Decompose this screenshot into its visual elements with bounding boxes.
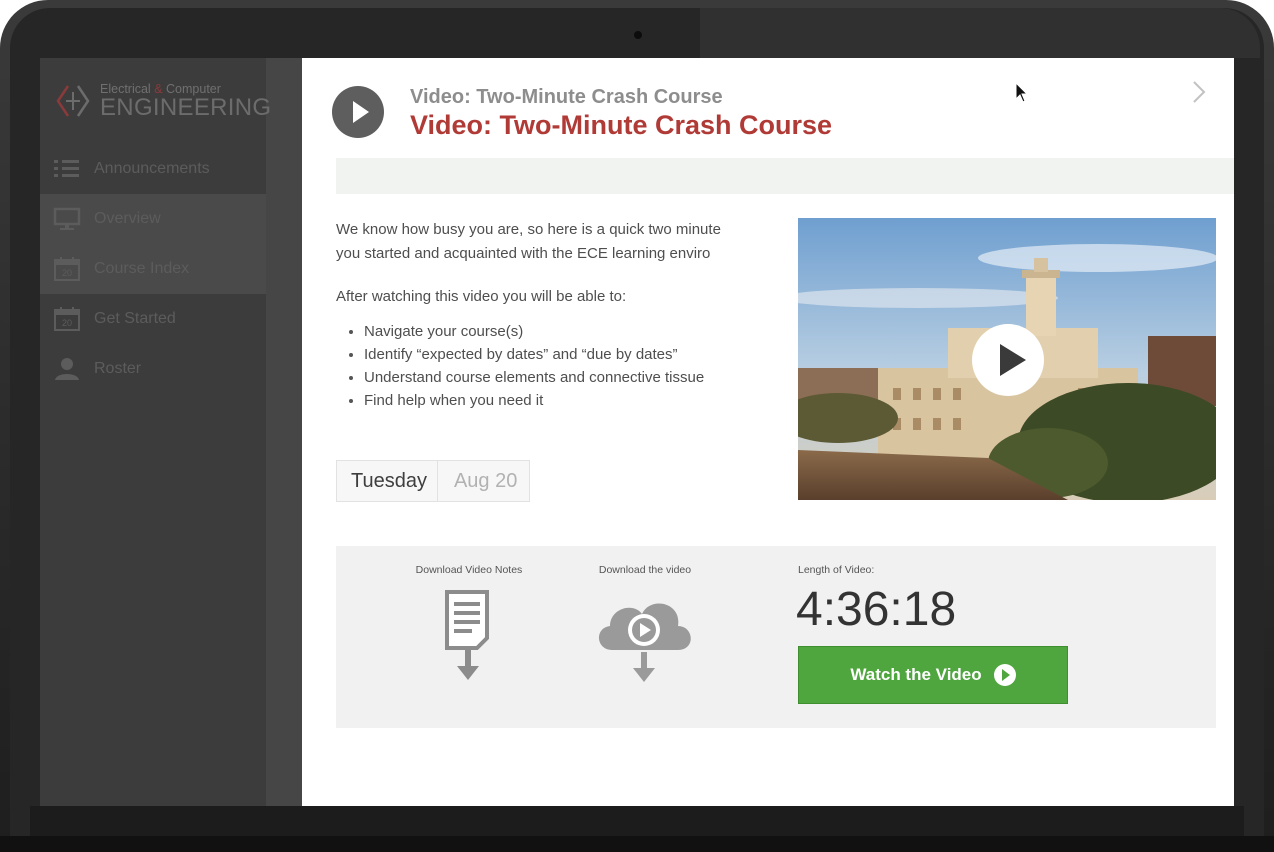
sidebar-item-label: Announcements [94, 160, 210, 177]
list-item: Find help when you need it [346, 389, 776, 412]
list-item: Understand course elements and connectiv… [346, 366, 776, 389]
list-item: Identify “expected by dates” and “due by… [346, 343, 776, 366]
ece-logo[interactable]: Electrical & Computer ENGINEERING [54, 80, 274, 124]
sidebar-item-course-index[interactable]: 20 Course Index [40, 244, 266, 294]
video-length-value: 4:36:18 [796, 583, 957, 636]
svg-text:20: 20 [62, 318, 72, 328]
intro-line: you started and acquainted with the ECE … [336, 245, 711, 262]
sidebar-item-get-started[interactable]: 20 Get Started [40, 294, 266, 344]
calendar-icon: 20 [52, 256, 82, 282]
webcam [634, 31, 642, 39]
logo-title: ENGINEERING [100, 94, 272, 121]
video-length-label: Length of Video: [798, 564, 875, 576]
breadcrumb: Video: Two-Minute Crash Course [410, 86, 723, 108]
objectives-list: Navigate your course(s) Identify “expect… [346, 320, 776, 412]
page-title: Video: Two-Minute Crash Course [410, 110, 833, 140]
monitor-icon [52, 206, 82, 232]
video-thumbnail[interactable] [798, 218, 1216, 500]
download-notes-button[interactable]: Download Video Notes [404, 564, 534, 686]
sidebar-item-label: Overview [94, 210, 161, 227]
cloud-download-icon [598, 603, 691, 682]
person-icon [52, 356, 82, 382]
sidebar-nav: Announcements Overview 20 Course Index 2… [40, 144, 266, 394]
sidebar: Electrical & Computer ENGINEERING Announ… [40, 58, 302, 806]
sidebar-item-announcements[interactable]: Announcements [40, 144, 266, 194]
chevron-right-icon[interactable] [1192, 80, 1216, 106]
bezel-bottom [30, 806, 1244, 836]
play-circle-icon [993, 664, 1016, 686]
date-value: Aug 20 [453, 469, 518, 492]
sidebar-item-label: Course Index [94, 260, 190, 277]
date-day: Tuesday [337, 461, 438, 501]
mouse-cursor-icon [1015, 82, 1029, 103]
sidebar-divider-column [266, 58, 302, 806]
intro-line: We know how busy you are, so here is a q… [336, 221, 721, 238]
laptop-base [0, 836, 1274, 852]
objectives-heading: After watching this video you will be ab… [336, 288, 627, 305]
list-item: Navigate your course(s) [346, 320, 776, 343]
download-panel: Download Video Notes Download the video [336, 546, 1216, 728]
calendar-icon: 20 [52, 306, 82, 332]
play-icon[interactable] [972, 324, 1044, 396]
sidebar-item-label: Get Started [94, 310, 176, 327]
laptop-frame: Electrical & Computer ENGINEERING Announ… [0, 0, 1274, 852]
svg-text:20: 20 [62, 268, 72, 278]
intro-text: We know how busy you are, so here is a q… [336, 218, 776, 270]
ece-logo-icon [56, 85, 90, 117]
download-video-label: Download the video [598, 564, 692, 576]
sidebar-item-roster[interactable]: Roster [40, 344, 266, 394]
date-badge: Tuesday Aug 20 [336, 460, 531, 502]
sidebar-item-overview[interactable]: Overview [40, 194, 266, 244]
screen: Electrical & Computer ENGINEERING Announ… [40, 58, 1234, 806]
document-download-icon [445, 590, 489, 680]
watch-video-label: Watch the Video [850, 665, 982, 684]
watch-video-button[interactable]: Watch the Video [798, 646, 1068, 704]
download-notes-label: Download Video Notes [415, 564, 523, 576]
header-play-icon[interactable] [332, 86, 384, 138]
header-band [336, 158, 1234, 194]
download-video-button[interactable]: Download the video [580, 564, 710, 690]
sidebar-item-label: Roster [94, 360, 142, 377]
bezel-glare [700, 8, 1260, 58]
list-icon [52, 156, 82, 182]
main-content: Video: Two-Minute Crash Course Video: Tw… [302, 58, 1234, 806]
